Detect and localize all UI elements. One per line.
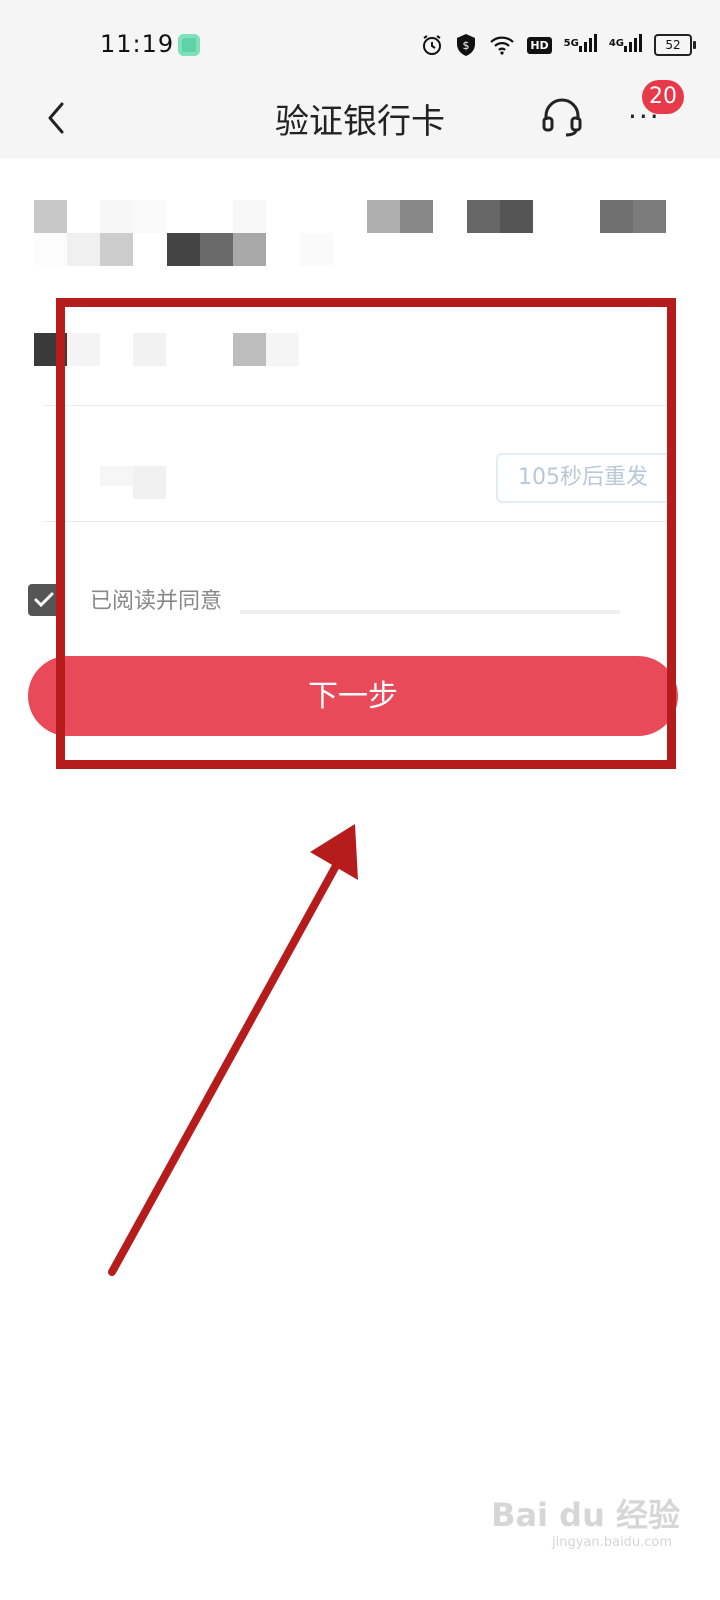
status-time: 11:19	[100, 30, 175, 58]
alarm-icon	[423, 35, 442, 55]
divider	[44, 405, 672, 406]
signal-5g: 5G	[564, 34, 597, 56]
app-notification-icon	[178, 34, 200, 56]
page-title: 验证银行卡	[275, 102, 445, 142]
signal-4g: 4G	[609, 34, 642, 56]
wifi-icon	[490, 36, 515, 55]
agree-checkbox[interactable]	[28, 584, 60, 616]
hd-icon: HD	[527, 36, 552, 54]
divider	[44, 521, 672, 522]
shield-icon: $	[457, 34, 476, 56]
next-button[interactable]: 下一步	[28, 656, 678, 736]
watermark-url: jingyan.baidu.com	[552, 1535, 672, 1550]
agree-label: 已阅读并同意	[90, 589, 223, 614]
obscured-agreement-link	[240, 610, 620, 614]
status-icons: $ HD 5G 4G 52	[421, 30, 696, 60]
watermark-logo: Bai du 经验	[491, 1496, 680, 1534]
annotation-arrow-icon	[108, 824, 358, 1276]
svg-text:$: $	[463, 39, 470, 52]
checkmark-icon	[34, 592, 54, 608]
customer-service-icon[interactable]	[540, 94, 584, 138]
resend-code-button[interactable]: 105秒后重发	[496, 453, 670, 503]
battery-icon: 52	[654, 34, 696, 56]
notification-badge: 20	[642, 80, 684, 114]
status-bar: 11:19 $ HD 5G 4G 52	[0, 0, 720, 90]
nav-bar: 验证银行卡 ··· 20	[0, 80, 720, 158]
